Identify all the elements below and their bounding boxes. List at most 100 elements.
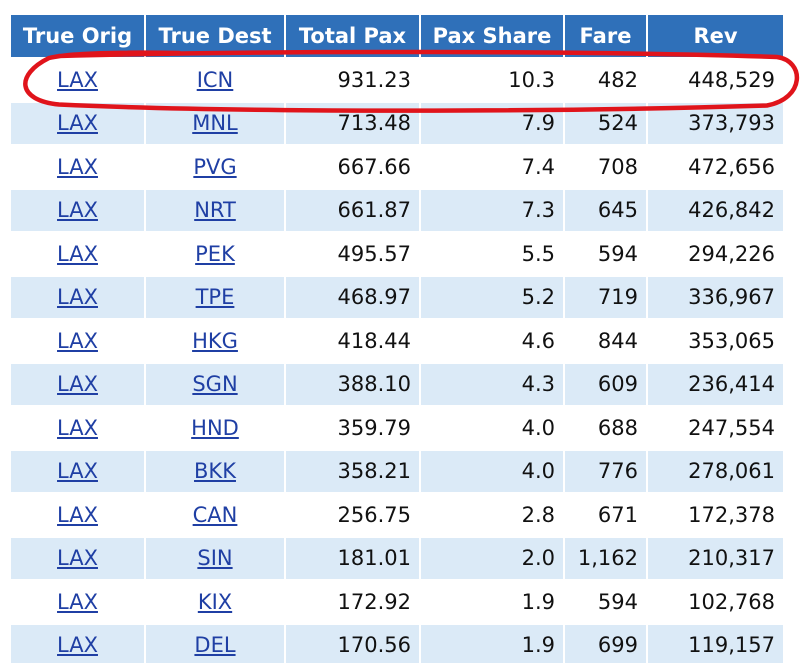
true-orig-link[interactable]: LAX <box>57 372 98 396</box>
cell-rev: 102,768 <box>648 581 783 623</box>
cell-total-pax: 170.56 <box>286 624 419 663</box>
cell-total-pax: 181.01 <box>286 537 419 579</box>
cell-total-pax: 388.10 <box>286 363 419 405</box>
header-rev[interactable]: Rev <box>648 15 783 57</box>
cell-true-dest: PVG <box>146 146 284 188</box>
cell-rev: 172,378 <box>648 494 783 536</box>
table-row: LAX PEK 495.57 5.5 594 294,226 <box>11 233 783 275</box>
cell-fare: 609 <box>565 363 646 405</box>
cell-pax-share: 7.9 <box>421 102 563 144</box>
cell-true-dest: PEK <box>146 233 284 275</box>
table-row: LAX TPE 468.97 5.2 719 336,967 <box>11 276 783 318</box>
true-dest-link[interactable]: MNL <box>192 111 238 135</box>
cell-rev: 119,157 <box>648 624 783 663</box>
cell-total-pax: 418.44 <box>286 320 419 362</box>
header-true-dest[interactable]: True Dest <box>146 15 284 57</box>
true-dest-link[interactable]: KIX <box>198 590 232 614</box>
cell-fare: 594 <box>565 233 646 275</box>
cell-rev: 247,554 <box>648 407 783 449</box>
true-orig-link[interactable]: LAX <box>57 155 98 179</box>
cell-rev: 336,967 <box>648 276 783 318</box>
cell-true-orig: LAX <box>11 320 144 362</box>
true-dest-link[interactable]: HKG <box>192 329 238 353</box>
table-row: LAX NRT 661.87 7.3 645 426,842 <box>11 189 783 231</box>
cell-fare: 699 <box>565 624 646 663</box>
cell-rev: 448,529 <box>648 59 783 101</box>
cell-pax-share: 7.3 <box>421 189 563 231</box>
true-orig-link[interactable]: LAX <box>57 459 98 483</box>
true-dest-link[interactable]: ICN <box>197 68 234 92</box>
cell-total-pax: 468.97 <box>286 276 419 318</box>
table-row: LAX HKG 418.44 4.6 844 353,065 <box>11 320 783 362</box>
table-row: LAX SGN 388.10 4.3 609 236,414 <box>11 363 783 405</box>
cell-true-orig: LAX <box>11 233 144 275</box>
cell-true-orig: LAX <box>11 624 144 663</box>
table-row: LAX PVG 667.66 7.4 708 472,656 <box>11 146 783 188</box>
cell-total-pax: 256.75 <box>286 494 419 536</box>
cell-pax-share: 4.0 <box>421 450 563 492</box>
header-fare[interactable]: Fare <box>565 15 646 57</box>
true-dest-link[interactable]: NRT <box>194 198 236 222</box>
cell-fare: 844 <box>565 320 646 362</box>
cell-pax-share: 5.5 <box>421 233 563 275</box>
table-row: LAX MNL 713.48 7.9 524 373,793 <box>11 102 783 144</box>
true-dest-link[interactable]: SIN <box>197 546 232 570</box>
cell-rev: 472,656 <box>648 146 783 188</box>
true-orig-link[interactable]: LAX <box>57 590 98 614</box>
true-orig-link[interactable]: LAX <box>57 633 98 657</box>
table-row: LAX SIN 181.01 2.0 1,162 210,317 <box>11 537 783 579</box>
cell-true-dest: MNL <box>146 102 284 144</box>
cell-rev: 426,842 <box>648 189 783 231</box>
true-orig-link[interactable]: LAX <box>57 416 98 440</box>
cell-rev: 236,414 <box>648 363 783 405</box>
true-dest-link[interactable]: PVG <box>193 155 236 179</box>
header-true-orig[interactable]: True Orig <box>11 15 144 57</box>
true-orig-link[interactable]: LAX <box>57 198 98 222</box>
cell-true-orig: LAX <box>11 189 144 231</box>
cell-total-pax: 667.66 <box>286 146 419 188</box>
cell-fare: 708 <box>565 146 646 188</box>
cell-pax-share: 4.6 <box>421 320 563 362</box>
cell-true-dest: BKK <box>146 450 284 492</box>
true-dest-link[interactable]: CAN <box>193 503 238 527</box>
cell-total-pax: 661.87 <box>286 189 419 231</box>
cell-true-dest: CAN <box>146 494 284 536</box>
true-orig-link[interactable]: LAX <box>57 329 98 353</box>
true-dest-link[interactable]: TPE <box>196 285 235 309</box>
cell-pax-share: 2.8 <box>421 494 563 536</box>
true-dest-link[interactable]: DEL <box>194 633 235 657</box>
true-orig-link[interactable]: LAX <box>57 503 98 527</box>
cell-true-orig: LAX <box>11 363 144 405</box>
table-row: LAX CAN 256.75 2.8 671 172,378 <box>11 494 783 536</box>
true-orig-link[interactable]: LAX <box>57 111 98 135</box>
cell-total-pax: 359.79 <box>286 407 419 449</box>
true-orig-link[interactable]: LAX <box>57 546 98 570</box>
table-row: LAX BKK 358.21 4.0 776 278,061 <box>11 450 783 492</box>
cell-pax-share: 2.0 <box>421 537 563 579</box>
header-pax-share[interactable]: Pax Share <box>421 15 563 57</box>
true-dest-link[interactable]: PEK <box>195 242 235 266</box>
cell-true-orig: LAX <box>11 450 144 492</box>
table-row: LAX KIX 172.92 1.9 594 102,768 <box>11 581 783 623</box>
cell-pax-share: 4.3 <box>421 363 563 405</box>
true-orig-link[interactable]: LAX <box>57 242 98 266</box>
cell-true-dest: SIN <box>146 537 284 579</box>
cell-pax-share: 10.3 <box>421 59 563 101</box>
true-orig-link[interactable]: LAX <box>57 68 98 92</box>
true-dest-link[interactable]: SGN <box>192 372 237 396</box>
cell-rev: 353,065 <box>648 320 783 362</box>
cell-total-pax: 358.21 <box>286 450 419 492</box>
cell-pax-share: 5.2 <box>421 276 563 318</box>
true-orig-link[interactable]: LAX <box>57 285 98 309</box>
cell-rev: 278,061 <box>648 450 783 492</box>
cell-rev: 294,226 <box>648 233 783 275</box>
route-table: True Orig True Dest Total Pax Pax Share … <box>9 13 785 663</box>
cell-fare: 671 <box>565 494 646 536</box>
cell-total-pax: 172.92 <box>286 581 419 623</box>
cell-true-orig: LAX <box>11 581 144 623</box>
cell-true-orig: LAX <box>11 407 144 449</box>
true-dest-link[interactable]: HND <box>191 416 239 440</box>
cell-true-dest: HND <box>146 407 284 449</box>
header-total-pax[interactable]: Total Pax <box>286 15 419 57</box>
true-dest-link[interactable]: BKK <box>194 459 236 483</box>
